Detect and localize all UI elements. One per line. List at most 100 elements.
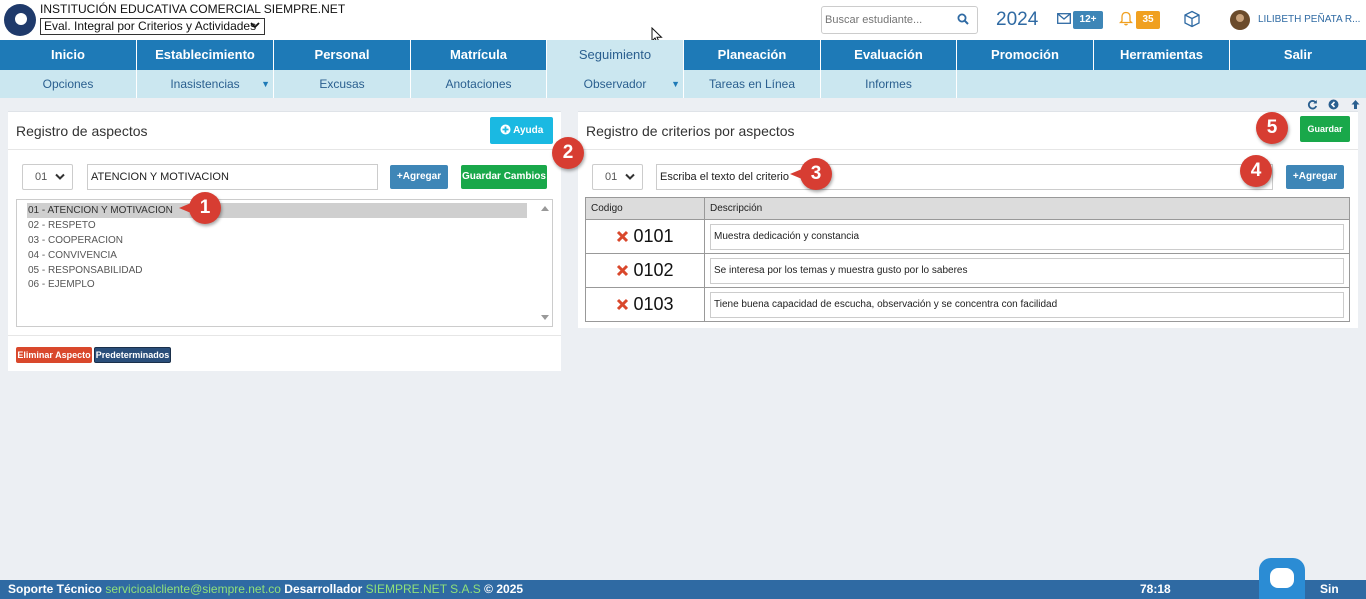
subnav-observador-label: Observador — [583, 77, 647, 91]
student-search[interactable] — [821, 6, 978, 34]
caret-down-icon: ▼ — [671, 79, 680, 89]
support-label: Soporte Técnico — [8, 582, 103, 596]
description-cell: Tiene buena capacidad de escucha, observ… — [704, 287, 1350, 322]
subnav-tareas[interactable]: Tareas en Línea — [684, 70, 821, 98]
delete-x-icon[interactable] — [616, 264, 629, 277]
main-nav: Inicio Establecimiento Personal Matrícul… — [0, 40, 1366, 70]
help-circle-icon — [500, 124, 511, 135]
chat-icon[interactable] — [1259, 558, 1305, 599]
step-marker-4: 4 — [1240, 155, 1272, 187]
bell-icon[interactable] — [1119, 11, 1133, 26]
search-input[interactable] — [822, 7, 942, 33]
chevron-down-icon — [55, 173, 65, 180]
nav-evaluacion[interactable]: Evaluación — [821, 40, 957, 70]
list-item[interactable]: 03 - COOPERACION — [27, 233, 527, 248]
save-button[interactable]: Guardar — [1300, 116, 1350, 142]
nav-seguimiento[interactable]: Seguimiento — [547, 40, 684, 70]
sub-nav: Opciones Inasistencias ▼ Excusas Anotacio… — [0, 70, 1366, 98]
aspect-code-value: 01 — [35, 171, 48, 183]
nav-inicio[interactable]: Inicio — [0, 40, 137, 70]
brand-text: Sin — [1320, 582, 1339, 596]
subnav-informes[interactable]: Informes — [821, 70, 957, 98]
top-header: INSTITUCIÓN EDUCATIVA COMERCIAL SIEMPRE.… — [0, 0, 1366, 45]
chevron-down-icon — [625, 173, 635, 180]
aspect-code-select[interactable]: 01 — [22, 164, 73, 190]
step-marker-2: 2 — [552, 137, 584, 169]
user-avatar[interactable] — [1230, 10, 1250, 30]
description-field[interactable]: Muestra dedicación y constancia — [710, 223, 1344, 250]
nav-matricula[interactable]: Matrícula — [411, 40, 547, 70]
footer-credits: Soporte Técnico servicioalcliente@siempr… — [8, 580, 523, 599]
arrow-up-icon[interactable] — [1350, 99, 1361, 110]
criteria-code: 0102 — [633, 260, 674, 280]
list-item[interactable]: 05 - RESPONSABILIDAD — [27, 263, 527, 278]
help-button[interactable]: Ayuda — [490, 117, 553, 144]
description-field[interactable]: Tiene buena capacidad de escucha, observ… — [710, 291, 1344, 318]
search-icon[interactable] — [957, 13, 969, 25]
subnav-inasistencias-label: Inasistencias — [170, 77, 240, 91]
list-item[interactable]: 06 - EJEMPLO — [27, 277, 527, 292]
list-item[interactable]: 02 - RESPETO — [27, 218, 527, 233]
defaults-button[interactable]: Predeterminados — [94, 347, 171, 363]
code-cell: 0103 — [585, 287, 705, 322]
description-cell: Se interesa por los temas y muestra gust… — [704, 253, 1350, 288]
add-criteria-label: Agregar — [1298, 171, 1338, 182]
delete-x-icon[interactable] — [616, 230, 629, 243]
criteria-aspect-select[interactable]: 01 — [592, 164, 643, 190]
subnav-excusas[interactable]: Excusas — [274, 70, 411, 98]
user-name[interactable]: LILIBETH PEÑATA R... — [1258, 14, 1360, 25]
notification-count-badge[interactable]: 35 — [1136, 11, 1160, 29]
school-year[interactable]: 2024 — [996, 9, 1038, 31]
save-changes-button[interactable]: Guardar Cambios — [461, 165, 547, 189]
developer-link[interactable]: SIEMPRE.NET S.A.S — [366, 582, 481, 596]
description-field[interactable]: Se interesa por los temas y muestra gust… — [710, 257, 1344, 284]
nav-establecimiento[interactable]: Establecimiento — [137, 40, 274, 70]
scroll-down-arrow-icon[interactable] — [541, 315, 549, 321]
delete-aspect-button[interactable]: Eliminar Aspecto — [16, 347, 92, 363]
column-header-code: Codigo — [585, 197, 705, 220]
developer-label: Desarrollador — [284, 582, 363, 596]
subnav-observador[interactable]: Observador ▼ — [547, 70, 684, 98]
subnav-opciones[interactable]: Opciones — [0, 70, 137, 98]
subnav-anotaciones[interactable]: Anotaciones — [411, 70, 547, 98]
refresh-icon[interactable] — [1307, 99, 1318, 110]
nav-promocion[interactable]: Promoción — [957, 40, 1094, 70]
mail-icon[interactable] — [1057, 13, 1071, 24]
code-cell: 0101 — [585, 219, 705, 254]
aspects-panel: Registro de aspectos Ayuda 01 ATENCION Y… — [8, 111, 561, 371]
nav-personal[interactable]: Personal — [274, 40, 411, 70]
criteria-code: 0101 — [633, 226, 674, 246]
divider — [8, 335, 561, 336]
aspect-name-input[interactable]: ATENCION Y MOTIVACION — [87, 164, 378, 190]
list-item[interactable]: 01 - ATENCION Y MOTIVACION — [27, 203, 527, 218]
module-select-value: Eval. Integral por Criterios y Actividad… — [44, 19, 257, 33]
cube-icon[interactable] — [1183, 10, 1201, 28]
code-cell: 0102 — [585, 253, 705, 288]
criteria-panel-title: Registro de criterios por aspectos — [586, 123, 795, 139]
support-email-link[interactable]: servicioalcliente@siempre.net.co — [105, 582, 281, 596]
subnav-excusas-label: Excusas — [319, 77, 365, 91]
nav-salir[interactable]: Salir — [1230, 40, 1366, 70]
delete-x-icon[interactable] — [616, 298, 629, 311]
module-select[interactable]: Eval. Integral por Criterios y Actividad… — [40, 18, 265, 35]
subnav-inasistencias[interactable]: Inasistencias ▼ — [137, 70, 274, 98]
add-aspect-label: Agregar — [402, 171, 442, 182]
aspects-listbox[interactable]: 01 - ATENCION Y MOTIVACION 02 - RESPETO … — [16, 199, 553, 327]
nav-herramientas[interactable]: Herramientas — [1094, 40, 1230, 70]
criteria-table: Codigo Descripción 0101 Muestra dedicaci… — [585, 197, 1350, 322]
mail-count-badge[interactable]: 12+ — [1073, 11, 1103, 29]
scroll-up-arrow-icon[interactable] — [541, 205, 549, 211]
column-header-description: Descripción — [704, 197, 1350, 220]
step-marker-3: 3 — [790, 158, 832, 190]
add-criteria-button[interactable]: +Agregar — [1286, 165, 1344, 189]
table-row: 0103 Tiene buena capacidad de escucha, o… — [585, 287, 1350, 322]
back-circle-icon[interactable] — [1328, 99, 1339, 110]
list-item[interactable]: 04 - CONVIVENCIA — [27, 248, 527, 263]
criteria-panel: Registro de criterios por aspectos Guard… — [578, 111, 1358, 328]
divider — [578, 149, 1358, 150]
add-aspect-button[interactable]: +Agregar — [390, 165, 448, 189]
institution-logo[interactable] — [4, 4, 36, 36]
table-row: 0102 Se interesa por los temas y muestra… — [585, 253, 1350, 288]
criteria-text-input[interactable]: Escriba el texto del criterio — [656, 164, 1273, 190]
nav-planeacion[interactable]: Planeación — [684, 40, 821, 70]
